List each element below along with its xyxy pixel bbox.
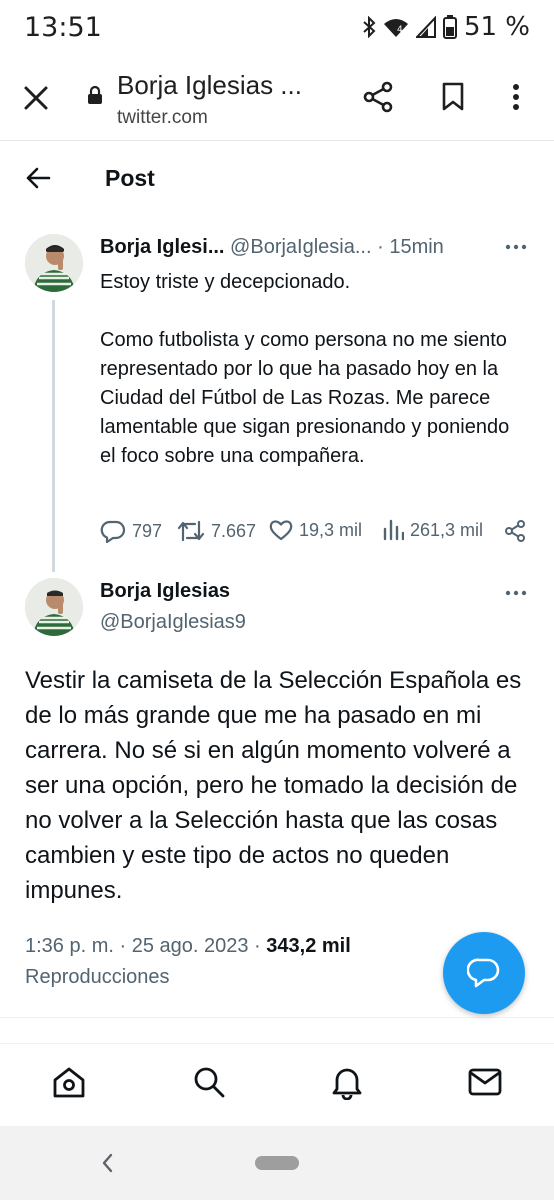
reply-count-button[interactable]: 797 <box>100 519 162 543</box>
reply-paragraph: Como futbolista y como persona no me sie… <box>100 329 510 467</box>
reply-text: Estoy triste y decepcionado. Como futbol… <box>100 268 520 471</box>
tweet-timestamp[interactable]: 1:36 p. m. · 25 ago. 2023 · <box>25 935 261 957</box>
notifications-icon[interactable] <box>331 1064 363 1100</box>
svg-text:4: 4 <box>397 25 403 35</box>
wifi-icon: 4 <box>383 19 408 37</box>
page-title: Post <box>105 165 155 191</box>
bluetooth-icon <box>363 16 376 38</box>
chevron-left-icon[interactable] <box>101 1153 113 1173</box>
retweet-count-button[interactable]: 7.667 <box>177 519 256 543</box>
reply-more-button[interactable] <box>505 244 527 250</box>
system-back-button[interactable] <box>101 1153 113 1173</box>
close-tab-button[interactable] <box>22 84 50 112</box>
share-icon[interactable] <box>363 81 393 113</box>
messages-icon[interactable] <box>468 1068 502 1096</box>
reply-fab-button[interactable] <box>443 932 525 1014</box>
compose-reply-icon[interactable] <box>467 957 501 989</box>
like-count: 19,3 mil <box>299 519 363 540</box>
share-icon[interactable] <box>504 519 526 543</box>
toolbar-divider <box>0 140 554 141</box>
retweet-icon[interactable] <box>177 519 205 543</box>
back-button[interactable] <box>25 166 51 190</box>
reply-count: 797 <box>132 520 163 541</box>
heart-icon[interactable] <box>269 519 293 541</box>
author-handle[interactable]: @BorjaIglesias9 <box>100 611 246 634</box>
divider <box>0 1017 554 1018</box>
nav-notifications[interactable] <box>331 1064 363 1100</box>
status-icons: 4 51 % <box>362 12 530 42</box>
tweet-text: Vestir la camiseta de la Selección Españ… <box>25 667 522 904</box>
share-button[interactable] <box>363 81 393 113</box>
views-count-button[interactable]: 261,3 mil <box>382 519 483 541</box>
bookmark-icon[interactable] <box>441 82 465 112</box>
signal-icon <box>415 16 436 38</box>
reply-paragraph: Estoy triste y decepcionado. <box>100 271 351 293</box>
author-name[interactable]: Borja Iglesias <box>100 580 230 603</box>
like-count-button[interactable]: 19,3 mil <box>269 519 362 541</box>
home-icon[interactable] <box>52 1065 86 1099</box>
battery-percent: 51 % <box>463 12 530 42</box>
thread-line <box>52 300 55 572</box>
lock-icon <box>87 85 103 105</box>
more-vert-icon[interactable] <box>511 83 521 111</box>
tweet-views-count: 343,2 mil <box>266 935 351 957</box>
main-more-button[interactable] <box>505 590 527 596</box>
reply-actions: 797 7.667 19,3 mil 261,3 mil <box>100 519 530 549</box>
reply-icon[interactable] <box>100 519 126 543</box>
search-icon[interactable] <box>192 1065 226 1099</box>
more-horiz-icon[interactable] <box>505 244 527 250</box>
tweet-meta: 1:36 p. m. · 25 ago. 2023 · 343,2 mil <box>25 935 351 958</box>
separator: · <box>377 236 384 258</box>
views-bar-icon[interactable] <box>382 519 404 541</box>
close-icon[interactable] <box>22 84 50 112</box>
views-count: 261,3 mil <box>410 519 484 540</box>
tab-title: Borja Iglesias ... <box>117 70 302 100</box>
reply-share-button[interactable] <box>504 519 526 543</box>
time-ago[interactable]: 15min <box>389 236 443 258</box>
bookmark-button[interactable] <box>441 82 465 112</box>
nav-home[interactable] <box>52 1065 86 1099</box>
nav-search[interactable] <box>192 1065 226 1099</box>
nav-messages[interactable] <box>468 1068 502 1096</box>
status-time: 13:51 <box>24 12 102 43</box>
back-arrow-icon[interactable] <box>25 166 51 190</box>
more-horiz-icon[interactable] <box>505 590 527 596</box>
bottom-nav-divider <box>0 1043 554 1044</box>
avatar[interactable] <box>25 578 83 636</box>
tweet-views-label: Reproducciones <box>25 966 170 988</box>
system-home-pill[interactable] <box>255 1156 299 1170</box>
battery-icon <box>442 15 457 39</box>
avatar[interactable] <box>25 234 83 292</box>
tab-url: twitter.com <box>117 107 208 128</box>
author-handle[interactable]: @BorjaIglesia... <box>230 236 371 258</box>
reply-header: Borja Iglesi... @BorjaIglesia... · 15min <box>100 236 444 259</box>
author-name[interactable]: Borja Iglesi... <box>100 236 224 258</box>
more-menu-button[interactable] <box>511 83 521 111</box>
retweet-count: 7.667 <box>211 520 257 541</box>
